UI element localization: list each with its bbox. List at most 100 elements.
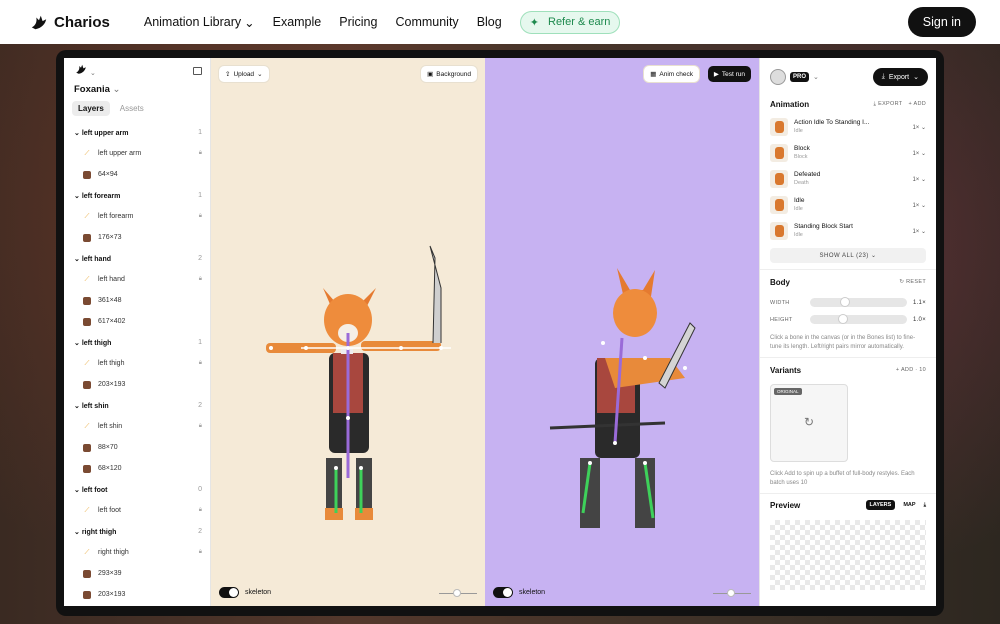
speed-select[interactable]: 1× ⌄ bbox=[912, 202, 926, 209]
nav-pricing[interactable]: Pricing bbox=[339, 15, 377, 29]
layer-group[interactable]: ⌄ left thigh 1 bbox=[64, 332, 210, 353]
layer-group[interactable]: ⌄ left upper arm 1 bbox=[64, 122, 210, 143]
tab-layers[interactable]: Layers bbox=[72, 101, 110, 116]
speed-select[interactable]: 1× ⌄ bbox=[912, 176, 926, 183]
layer-item-label: left thigh bbox=[98, 360, 125, 367]
reset-button[interactable]: ↻ RESET bbox=[899, 279, 926, 285]
animation-item[interactable]: Standing Block Start Idle 1× ⌄ bbox=[760, 218, 936, 244]
layer-item-label: left foot bbox=[98, 507, 121, 514]
zoom-slider-preview[interactable] bbox=[713, 589, 751, 597]
width-slider[interactable] bbox=[810, 297, 907, 307]
bone-item[interactable]: ⟋ left forearm 🔒︎ bbox=[64, 206, 210, 227]
layer-item-label: 176×73 bbox=[98, 234, 122, 241]
animation-title: Action Idle To Standing I... bbox=[794, 119, 870, 126]
export-button[interactable]: ⤓ Export ⌄ bbox=[872, 68, 928, 86]
animation-item[interactable]: Defeated Death 1× ⌄ bbox=[760, 166, 936, 192]
sprite-item[interactable]: 176×73 bbox=[64, 227, 210, 248]
layer-item-label: 361×48 bbox=[98, 297, 122, 304]
speed-select[interactable]: 1× ⌄ bbox=[912, 150, 926, 157]
bone-item[interactable]: ⟋ left shin 🔒︎ bbox=[64, 416, 210, 437]
nav-community[interactable]: Community bbox=[395, 15, 458, 29]
height-slider[interactable] bbox=[810, 314, 907, 324]
lock-icon[interactable]: 🔒︎ bbox=[199, 150, 202, 157]
zoom-slider[interactable] bbox=[439, 589, 477, 597]
properties-panel: PRO ⌄ ⤓ Export ⌄ Animation ⤓ EXPORT + ADD A… bbox=[759, 58, 936, 606]
sprite-item[interactable]: 64×94 bbox=[64, 164, 210, 185]
layer-item-label: 88×70 bbox=[98, 444, 118, 451]
app-logo-icon[interactable]: ⌄ bbox=[74, 62, 96, 80]
sign-in-button[interactable]: Sign in bbox=[907, 7, 976, 37]
animation-item[interactable]: Action Idle To Standing I... Idle 1× ⌄ bbox=[760, 114, 936, 140]
speed-select[interactable]: 1× ⌄ bbox=[912, 124, 926, 131]
chevron-down-icon: ⌄ bbox=[74, 402, 80, 410]
fox-thumb-icon bbox=[770, 144, 788, 162]
layer-item-label: 203×193 bbox=[98, 591, 126, 598]
chevron-down-icon[interactable]: ⌄ bbox=[813, 73, 819, 81]
lock-icon[interactable]: 🔒︎ bbox=[199, 423, 202, 430]
layer-group[interactable]: ⌄ left foot 0 bbox=[64, 479, 210, 500]
lock-icon[interactable]: 🔒︎ bbox=[199, 549, 202, 556]
layer-item-label: 203×193 bbox=[98, 381, 126, 388]
animation-add-button[interactable]: + ADD bbox=[908, 101, 926, 108]
layer-item-label: 64×94 bbox=[98, 171, 118, 178]
lock-icon[interactable]: 🔒︎ bbox=[199, 213, 202, 220]
bone-item[interactable]: ⟋ left hand 🔒︎ bbox=[64, 269, 210, 290]
tab-assets[interactable]: Assets bbox=[114, 101, 150, 116]
sprite-item[interactable]: 617×402 bbox=[64, 311, 210, 332]
bone-item[interactable]: ⟋ left upper arm 🔒︎ bbox=[64, 143, 210, 164]
sprite-item[interactable]: 293×39 bbox=[64, 563, 210, 584]
layer-group[interactable]: ⌄ right shin bbox=[64, 605, 210, 606]
tab-map-preview[interactable]: MAP bbox=[899, 500, 919, 510]
sprite-item[interactable]: 203×193 bbox=[64, 584, 210, 605]
body-hint: Click a bone in the canvas (or in the Bo… bbox=[770, 335, 916, 350]
lock-icon[interactable]: 🔒︎ bbox=[199, 507, 202, 514]
layer-group[interactable]: ⌄ right thigh 2 bbox=[64, 521, 210, 542]
lock-icon[interactable]: 🔒︎ bbox=[199, 360, 202, 367]
refer-earn-button[interactable]: ✦ Refer & earn bbox=[519, 10, 621, 34]
edit-canvas[interactable]: ⇪ Upload ⌄ ▣ Background skeleton bbox=[211, 58, 485, 606]
layer-group[interactable]: ⌄ left shin 2 bbox=[64, 395, 210, 416]
lock-icon[interactable]: 🔒︎ bbox=[199, 276, 202, 283]
skeleton-toggle[interactable]: skeleton bbox=[219, 587, 271, 598]
bone-item[interactable]: ⟋ right thigh 🔒︎ bbox=[64, 542, 210, 563]
animation-subtitle: Block bbox=[794, 154, 808, 160]
animation-item[interactable]: Block Block 1× ⌄ bbox=[760, 140, 936, 166]
sprite-item[interactable]: 88×70 bbox=[64, 437, 210, 458]
sprite-item[interactable]: 68×120 bbox=[64, 458, 210, 479]
show-all-button[interactable]: SHOW ALL (23) ⌄ bbox=[770, 248, 926, 263]
animation-subtitle: Idle bbox=[794, 128, 803, 134]
variant-original-card[interactable]: ORIGINAL ↻ bbox=[770, 384, 848, 462]
nav-animation-library[interactable]: Animation Library ⌄ bbox=[144, 15, 255, 30]
brand[interactable]: Charios bbox=[30, 13, 110, 31]
bone-icon: ⟋ bbox=[84, 275, 90, 283]
bone-item[interactable]: ⟋ left foot 🔒︎ bbox=[64, 500, 210, 521]
top-nav: Charios Animation Library ⌄ Example Prici… bbox=[0, 0, 1000, 44]
sprite-thumb-icon bbox=[82, 296, 92, 306]
preview-canvas[interactable]: ▦ Anim check ▶ Test run skeleton bbox=[485, 58, 759, 606]
variants-add-button[interactable]: + ADD · 10 bbox=[896, 367, 926, 373]
bone-icon: ⟋ bbox=[84, 212, 90, 220]
bone-icon: ⟋ bbox=[84, 149, 90, 157]
sprite-item[interactable]: 361×48 bbox=[64, 290, 210, 311]
sprite-item[interactable]: 203×193 bbox=[64, 374, 210, 395]
speed-select[interactable]: 1× ⌄ bbox=[912, 228, 926, 235]
layer-group[interactable]: ⌄ left forearm 1 bbox=[64, 185, 210, 206]
sprite-thumb-icon bbox=[82, 569, 92, 579]
download-icon[interactable]: ⤓ bbox=[924, 502, 926, 509]
nav-blog[interactable]: Blog bbox=[477, 15, 502, 29]
sidebar-toggle-icon[interactable] bbox=[193, 67, 202, 75]
fox-thumb-icon bbox=[770, 170, 788, 188]
layer-group[interactable]: ⌄ left hand 2 bbox=[64, 248, 210, 269]
bone-item[interactable]: ⟋ left thigh 🔒︎ bbox=[64, 353, 210, 374]
nav-example[interactable]: Example bbox=[273, 15, 322, 29]
tab-layers-preview[interactable]: LAYERS bbox=[865, 500, 896, 510]
animation-item[interactable]: Idle Idle 1× ⌄ bbox=[760, 192, 936, 218]
skeleton-toggle-preview[interactable]: skeleton bbox=[493, 587, 545, 598]
avatar[interactable] bbox=[770, 69, 786, 85]
animation-export-button[interactable]: ⤓ EXPORT bbox=[874, 101, 903, 108]
variants-heading: Variants bbox=[770, 365, 802, 375]
project-selector[interactable]: Foxania ⌄ bbox=[64, 80, 210, 99]
animation-title: Defeated bbox=[794, 171, 821, 178]
body-heading: Body bbox=[770, 277, 790, 287]
animation-heading: Animation bbox=[770, 99, 810, 109]
